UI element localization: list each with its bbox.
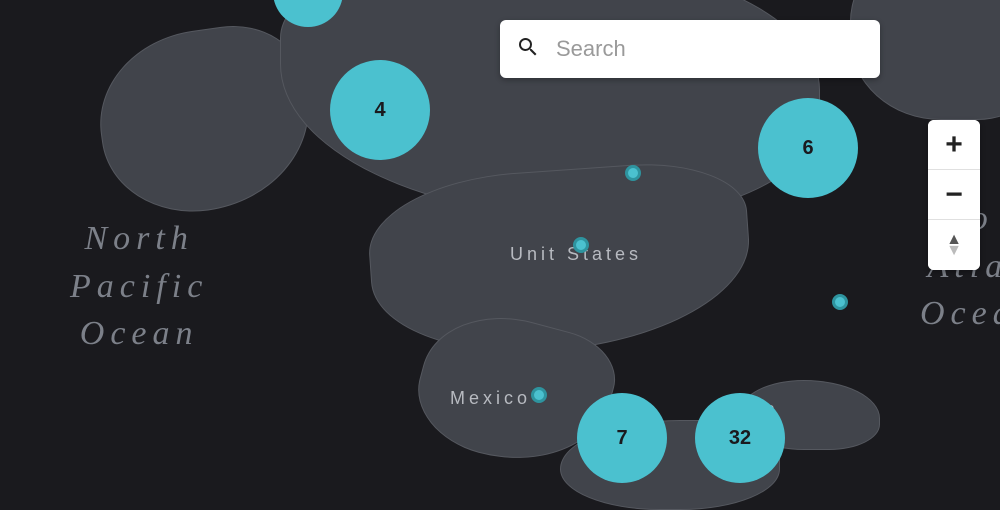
reset-bearing-button[interactable]: ▲ ▼	[928, 220, 980, 270]
cluster-marker[interactable]: 32	[695, 393, 785, 483]
ocean-label-north-pacific: North Pacific Ocean	[70, 215, 208, 358]
point-marker[interactable]	[573, 237, 589, 253]
country-label-mexico: Mexico	[450, 388, 531, 409]
point-marker[interactable]	[625, 165, 641, 181]
map-canvas[interactable]: North Pacific Ocean No Atla Ocea Unit St…	[0, 0, 1000, 500]
zoom-controls: + − ▲ ▼	[928, 120, 980, 270]
search-icon	[516, 35, 540, 64]
zoom-in-button[interactable]: +	[928, 120, 980, 170]
search-box[interactable]	[500, 20, 880, 78]
point-marker[interactable]	[531, 387, 547, 403]
compass-down-icon: ▼	[946, 245, 962, 256]
cluster-marker[interactable]: 6	[758, 98, 858, 198]
cluster-marker[interactable]: 7	[577, 393, 667, 483]
zoom-out-button[interactable]: −	[928, 170, 980, 220]
search-input[interactable]	[556, 36, 864, 62]
cluster-marker[interactable]: 4	[330, 60, 430, 160]
point-marker[interactable]	[832, 294, 848, 310]
